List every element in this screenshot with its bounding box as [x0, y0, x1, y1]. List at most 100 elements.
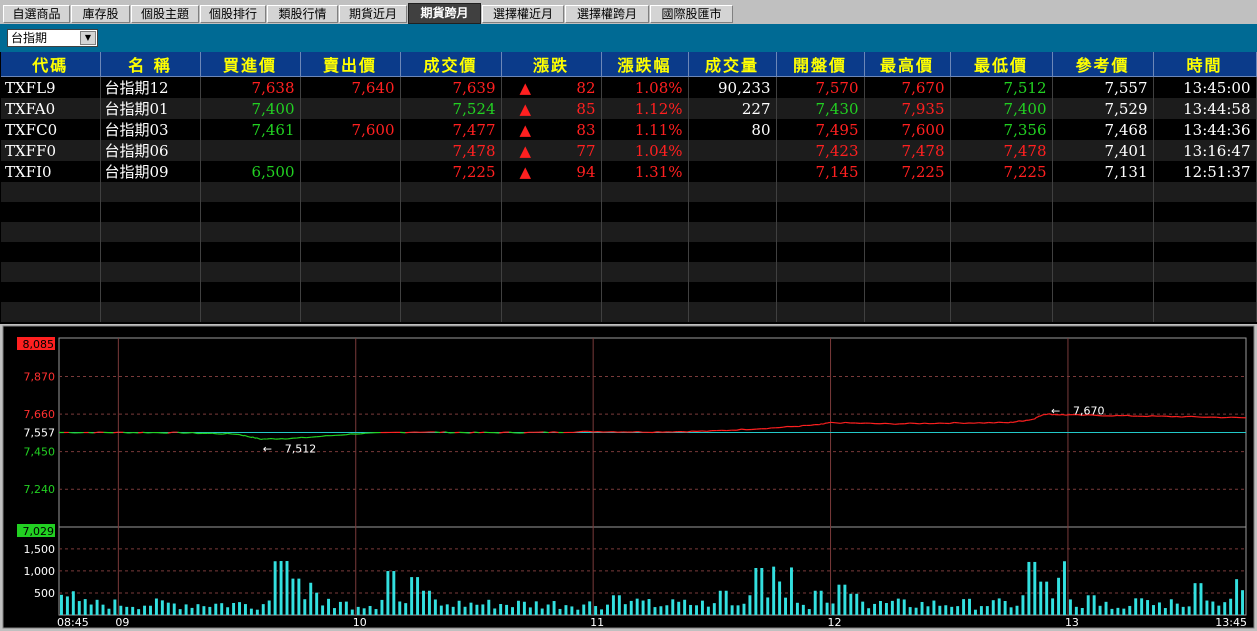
volume-bar: [516, 600, 520, 615]
cell-ask: 7,640: [300, 76, 401, 98]
tab-6[interactable]: 期貨跨月: [408, 3, 481, 24]
column-header[interactable]: 最高價: [864, 52, 951, 77]
price-line-segment: [143, 431, 149, 434]
table-row[interactable]: TXFC0 台指期03 7,461 7,600 7,477 ▲ 83 1.11% 80 7,495…: [1, 119, 1257, 140]
time-axis-label: 13: [1065, 616, 1079, 629]
table-row[interactable]: [1, 262, 1257, 282]
column-header[interactable]: 賣出價: [300, 52, 401, 77]
volume-bar: [77, 601, 81, 615]
table-row[interactable]: TXFL9 台指期12 7,638 7,640 7,639 ▲ 82 1.08% 90,233 7…: [1, 76, 1257, 98]
product-select[interactable]: 台指期 ▼: [7, 29, 98, 47]
column-header[interactable]: 時間: [1153, 52, 1257, 77]
cell-code: [1, 262, 101, 282]
tab-5[interactable]: 期貨近月: [339, 5, 407, 23]
table-row[interactable]: [1, 302, 1257, 322]
cell-bid: [200, 302, 301, 322]
tab-7[interactable]: 選擇權近月: [482, 5, 564, 23]
cell-ask: [300, 182, 401, 202]
cell-ask: 7,600: [300, 119, 401, 140]
table-row[interactable]: [1, 182, 1257, 202]
price-line-segment: [840, 421, 846, 424]
cell-low: 7,478: [950, 140, 1053, 161]
volume-bar: [831, 603, 835, 615]
volume-bar: [273, 561, 277, 615]
volume-bar: [671, 599, 675, 615]
volume-bar: [1021, 595, 1025, 615]
table-row[interactable]: [1, 242, 1257, 262]
table-row[interactable]: [1, 222, 1257, 242]
column-header[interactable]: 名 稱: [100, 52, 201, 77]
volume-bar: [95, 599, 99, 615]
volume-bar: [499, 604, 503, 615]
column-header[interactable]: 開盤價: [776, 52, 865, 77]
cell-chg: [501, 242, 602, 262]
volume-bar: [149, 605, 152, 615]
volume-bar: [617, 595, 621, 615]
cell-ref: 7,529: [1052, 98, 1154, 119]
column-header[interactable]: 成交量: [688, 52, 777, 77]
cell-open: [776, 302, 865, 322]
cell-time: 13:44:36: [1153, 119, 1257, 140]
table-row[interactable]: TXFA0 台指期01 7,400 7,524 ▲ 85 1.12% 227 7,430 7,93…: [1, 98, 1257, 119]
cell-low: 7,400: [950, 98, 1053, 119]
volume-bar: [1205, 600, 1209, 615]
cell-high: [864, 202, 951, 222]
volume-bar: [1116, 607, 1120, 615]
volume-bar: [712, 603, 716, 615]
volume-bar: [647, 599, 651, 615]
volume-bar: [338, 601, 342, 615]
volume-bar: [309, 582, 313, 615]
price-line-segment: [1036, 416, 1039, 418]
low-annotation-arrow: ←: [263, 443, 272, 456]
table-row[interactable]: [1, 202, 1257, 222]
cell-vol: [688, 242, 777, 262]
volume-bar: [238, 602, 241, 615]
tab-4[interactable]: 類股行情: [267, 5, 338, 23]
tab-0[interactable]: 自選商品: [3, 5, 70, 23]
up-arrow-icon: ▲: [519, 141, 532, 160]
tab-9[interactable]: 國際股匯市: [650, 5, 733, 23]
column-header[interactable]: 參考價: [1052, 52, 1154, 77]
column-header[interactable]: 最低價: [950, 52, 1053, 77]
cell-bid: [200, 262, 301, 282]
column-header[interactable]: 買進價: [200, 52, 301, 77]
price-line-segment: [434, 431, 440, 434]
cell-time: 13:44:58: [1153, 98, 1257, 119]
cell-pct: 1.11%: [601, 119, 689, 140]
column-header[interactable]: 代碼: [1, 52, 101, 77]
volume-bar: [1080, 608, 1084, 615]
chevron-down-icon[interactable]: ▼: [80, 31, 96, 45]
price-line-segment: [632, 430, 638, 433]
cell-bid: [200, 282, 301, 302]
cell-chg: ▲ 94: [501, 161, 602, 182]
volume-bar: [1163, 608, 1167, 615]
volume-bar: [867, 608, 871, 615]
volume-bar: [606, 604, 609, 615]
tab-2[interactable]: 個股主題: [131, 5, 199, 23]
price-line-segment: [321, 435, 327, 438]
column-header[interactable]: 成交價: [400, 52, 502, 77]
table-row[interactable]: TXFI0 台指期09 6,500 7,225 ▲ 94 1.31% 7,145 7,225 7,…: [1, 161, 1257, 182]
volume-bar: [718, 590, 722, 615]
tab-3[interactable]: 個股排行: [200, 5, 266, 23]
cell-code: [1, 282, 101, 302]
intraday-chart: 8,085 7,870 7,660 7,557 7,450 7,240 ← 7,670 ← 7,5…: [2, 325, 1255, 629]
cell-bid: 7,638: [200, 76, 301, 98]
volume-bar: [546, 604, 550, 615]
tab-8[interactable]: 選擇權跨月: [565, 5, 649, 23]
volume-bar: [570, 606, 574, 615]
price-line-segment: [827, 421, 829, 424]
column-header[interactable]: 漲跌: [501, 52, 602, 77]
price-line-segment: [258, 438, 261, 440]
cell-code: TXFC0: [1, 119, 101, 140]
table-row[interactable]: TXFF0 台指期06 7,478 ▲ 77 1.04% 7,423 7,478 7,478 7,…: [1, 140, 1257, 161]
cell-last: 7,477: [400, 119, 502, 140]
tab-1[interactable]: 庫存股: [71, 5, 130, 23]
volume-bar: [689, 604, 693, 615]
price-line-segment: [1112, 414, 1118, 417]
cell-time: [1153, 262, 1257, 282]
volume-bar: [220, 603, 224, 615]
table-row[interactable]: [1, 282, 1257, 302]
column-header[interactable]: 漲跌幅: [601, 52, 689, 77]
cell-name: [100, 222, 201, 242]
